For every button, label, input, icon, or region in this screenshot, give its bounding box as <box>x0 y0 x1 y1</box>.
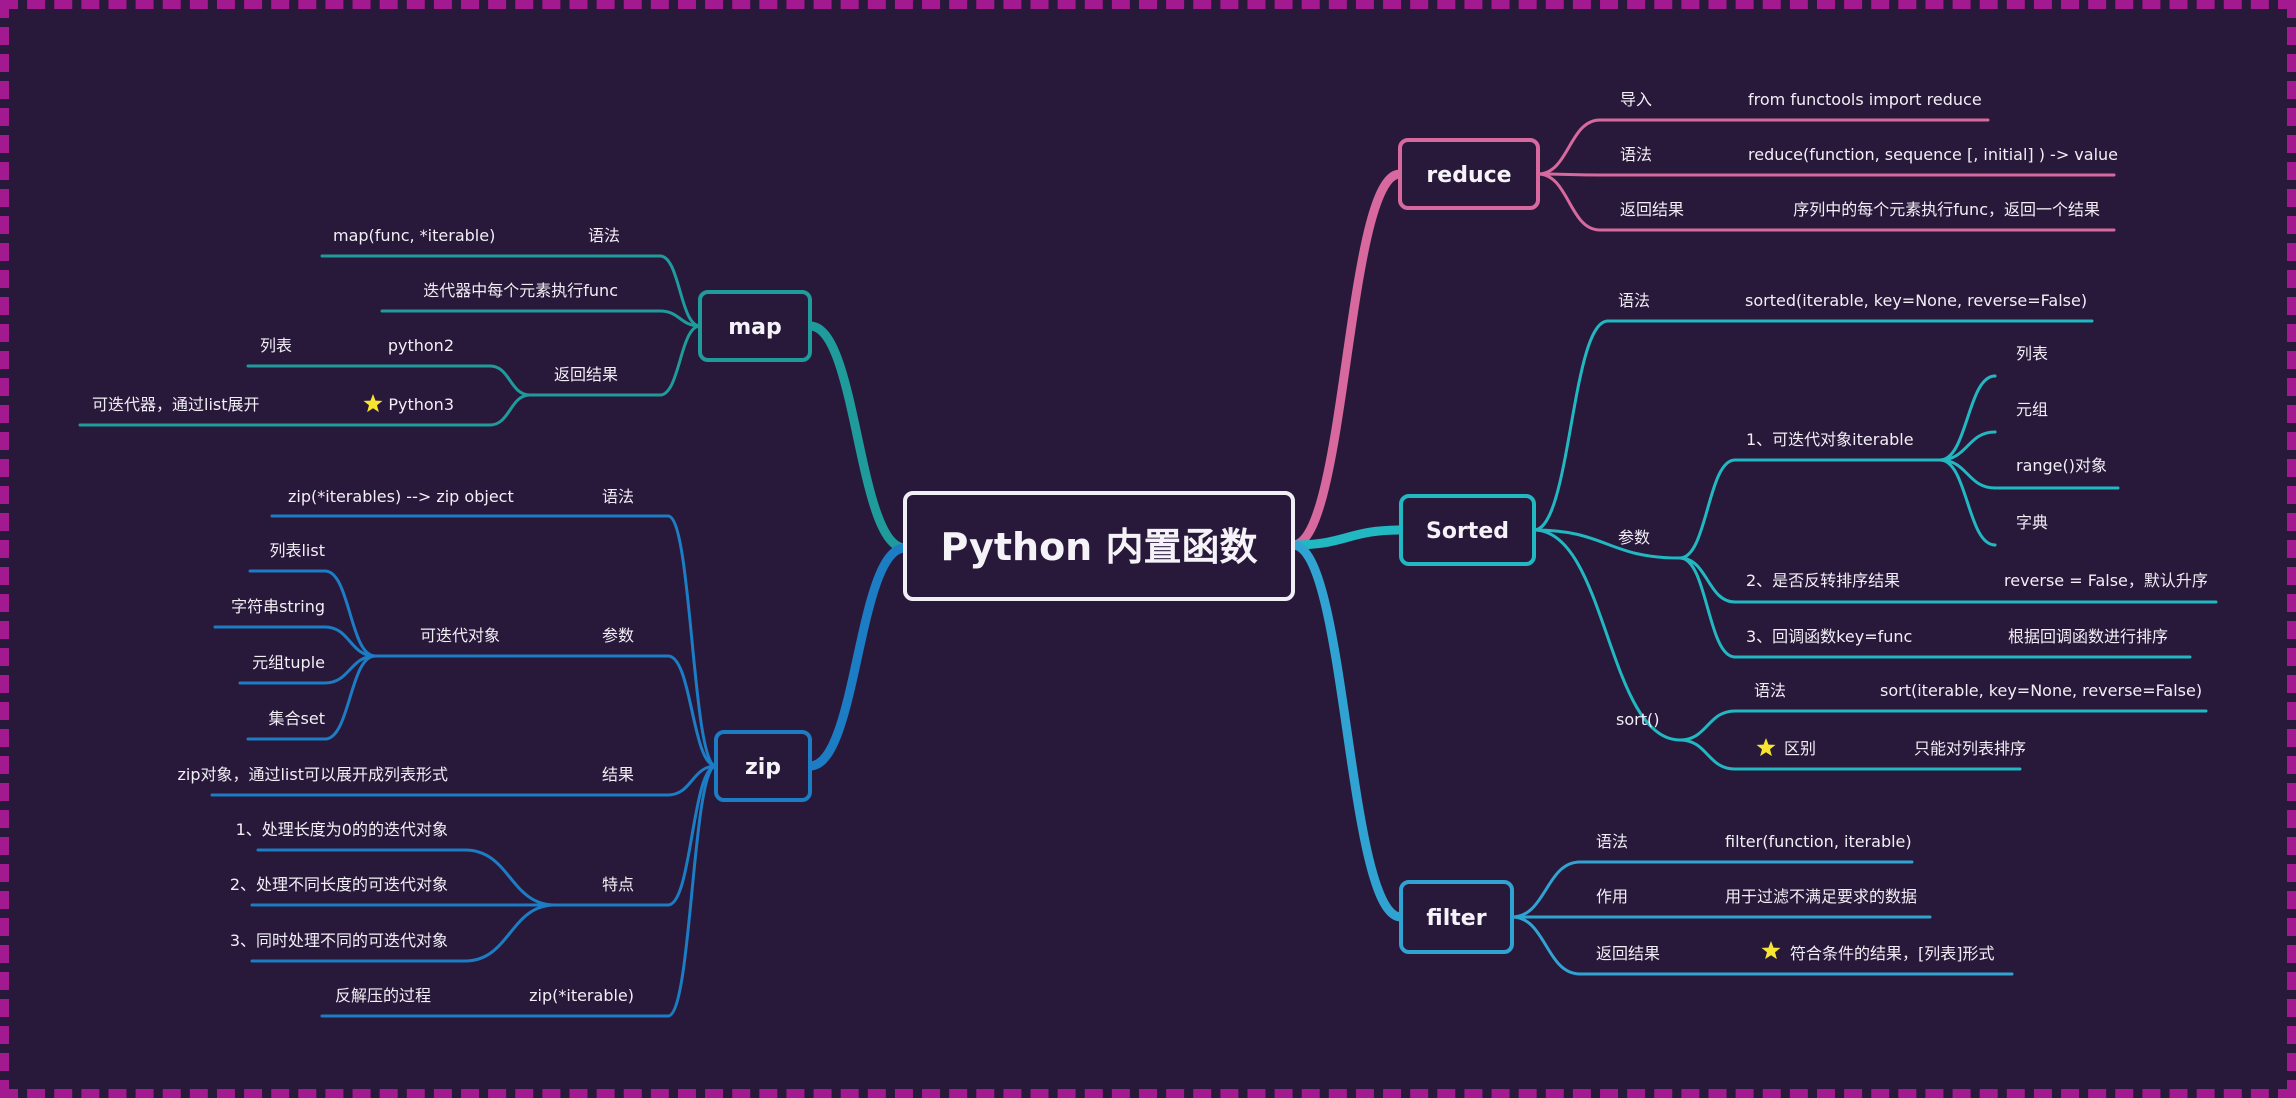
connector <box>1532 528 1682 560</box>
connector <box>1510 860 1582 919</box>
mindmap: Python 内置函数 map zip reduce Sorted filter 语法 m… <box>78 90 2218 1018</box>
zip-param-item: 元组tuple <box>252 653 325 672</box>
sorted-param-3-value: 根据回调函数进行排序 <box>2008 627 2168 646</box>
reduce-item-value: 序列中的每个元素执行func，返回一个结果 <box>1793 200 2100 219</box>
filter-item-value: 符合条件的结果，[列表]形式 <box>1790 944 1995 963</box>
sort-diff-value: 只能对列表排序 <box>1914 739 2026 758</box>
map-python2-value: 列表 <box>260 336 292 355</box>
connector <box>666 654 718 768</box>
star-icon <box>363 394 383 413</box>
root-title: Python 内置函数 <box>941 525 1258 569</box>
sorted-iterable-type: 列表 <box>2016 344 2048 363</box>
node-map[interactable]: map <box>698 290 812 362</box>
sorted-iterable-type: range()对象 <box>2016 456 2107 475</box>
root-node[interactable]: Python 内置函数 <box>903 491 1295 601</box>
zip-params-key: 参数 <box>602 626 634 645</box>
filter-item-value: 用于过滤不满足要求的数据 <box>1725 887 1917 906</box>
connector <box>1678 458 1737 560</box>
sorted-syntax-key: 语法 <box>1618 291 1650 310</box>
connector <box>666 764 718 1018</box>
sort-syntax-value: sort(iterable, key=None, reverse=False) <box>1880 681 2202 700</box>
sorted-iterable-type: 字典 <box>2016 513 2048 532</box>
connector <box>1678 738 1737 771</box>
zip-unzip-key: zip(*iterable) <box>529 986 634 1005</box>
zip-feature-item: 3、同时处理不同的可迭代对象 <box>230 931 448 950</box>
sorted-syntax-value: sorted(iterable, key=None, reverse=False… <box>1745 291 2087 310</box>
filter-item-value: filter(function, iterable) <box>1725 832 1912 851</box>
sort-syntax-key: 语法 <box>1754 681 1786 700</box>
zip-feature-item: 2、处理不同长度的可迭代对象 <box>230 875 448 894</box>
connector <box>463 848 557 907</box>
reduce-item-value: from functools import reduce <box>1748 90 1982 109</box>
zip-param-item: 集合set <box>269 709 325 728</box>
sorted-iterable-type: 元组 <box>2016 400 2048 419</box>
stem-zip <box>805 543 910 771</box>
reduce-item-key: 语法 <box>1620 145 1652 164</box>
zip-result-key: 结果 <box>602 765 634 784</box>
reduce-item-value: reduce(function, sequence [, initial] ) … <box>1748 145 2118 164</box>
connector <box>1678 556 1737 604</box>
reduce-item-key: 返回结果 <box>1620 200 1684 219</box>
node-map-label: map <box>728 315 782 340</box>
zip-params-sub: 可迭代对象 <box>420 626 500 645</box>
connector <box>1678 556 1737 659</box>
node-sorted-label: Sorted <box>1426 519 1509 544</box>
node-filter-label: filter <box>1426 906 1486 931</box>
connector <box>658 324 702 397</box>
connector <box>666 514 718 768</box>
filter-item-key: 作用 <box>1596 887 1628 906</box>
connector <box>1510 915 1582 976</box>
sorted-param-2: 2、是否反转排序结果 <box>1746 571 1900 590</box>
map-syntax-key: 语法 <box>588 226 620 245</box>
node-zip-label: zip <box>745 755 781 780</box>
zip-syntax-value: zip(*iterables) --> zip object <box>288 487 514 506</box>
nodes: Python 内置函数 map zip reduce Sorted filter <box>698 138 1540 954</box>
sorted-param-1: 1、可迭代对象iterable <box>1746 430 1914 449</box>
connector <box>1536 118 1602 176</box>
map-desc: 迭代器中每个元素执行func <box>423 281 618 300</box>
filter-item-key: 返回结果 <box>1596 944 1660 963</box>
stem-filter <box>1288 540 1406 922</box>
connector <box>463 903 557 963</box>
connector <box>1532 528 1682 742</box>
connector <box>1678 709 1737 742</box>
node-reduce-label: reduce <box>1426 163 1511 188</box>
connector <box>488 393 532 427</box>
map-python2: python2 <box>388 336 454 355</box>
zip-result-value: zip对象，通过list可以展开成列表形式 <box>177 765 448 784</box>
sort-diff-key: 区别 <box>1784 739 1816 758</box>
reduce-item-key: 导入 <box>1620 90 1652 109</box>
map-return-key: 返回结果 <box>554 365 618 384</box>
sorted-params-key: 参数 <box>1618 528 1650 547</box>
connector <box>1536 172 1602 232</box>
connector <box>1532 319 1610 532</box>
zip-param-item: 字符串string <box>231 597 325 616</box>
sorted-param-2-value: reverse = False，默认升序 <box>2004 571 2208 590</box>
connector <box>488 364 532 397</box>
zip-syntax-key: 语法 <box>602 487 634 506</box>
filter-item-key: 语法 <box>1596 832 1628 851</box>
node-zip[interactable]: zip <box>714 730 812 802</box>
star-icon <box>1761 941 1781 960</box>
node-sorted[interactable]: Sorted <box>1399 494 1536 566</box>
node-reduce[interactable]: reduce <box>1398 138 1540 210</box>
star-icon <box>1756 738 1776 757</box>
sorted-sort-key: sort() <box>1616 710 1659 729</box>
stem-reduce <box>1288 169 1405 550</box>
stem-map <box>805 321 910 553</box>
map-python3: Python3 <box>388 395 454 414</box>
zip-feature-item: 1、处理长度为0的的迭代对象 <box>236 820 448 839</box>
zip-unzip-value: 反解压的过程 <box>335 986 431 1005</box>
sorted-param-3: 3、回调函数key=func <box>1746 627 1912 646</box>
connector <box>658 254 702 328</box>
zip-param-item: 列表list <box>269 541 325 560</box>
map-python3-value: 可迭代器，通过list展开 <box>92 395 260 414</box>
zip-features-key: 特点 <box>602 875 634 894</box>
map-syntax-value: map(func, *iterable) <box>333 226 495 245</box>
node-filter[interactable]: filter <box>1399 880 1514 954</box>
